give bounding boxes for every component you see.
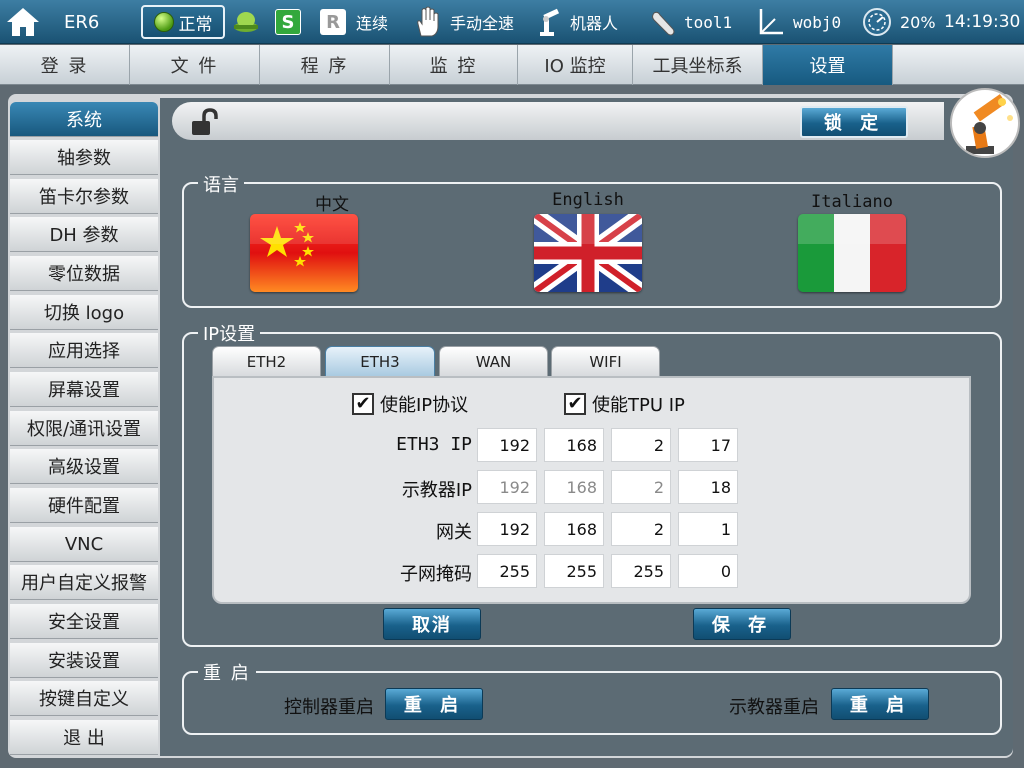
sidebar-item-advanced[interactable]: 高级设置 <box>10 449 158 484</box>
speed-mode[interactable]: 手动全速 <box>412 0 514 44</box>
main-tab-bar: 登 录 文 件 程 序 监 控 IO 监控 工具坐标系 设置 <box>0 45 1024 85</box>
tab-login[interactable]: 登 录 <box>0 45 130 85</box>
unlock-icon[interactable] <box>190 108 222 136</box>
servo-icon[interactable] <box>231 0 261 44</box>
wrench-icon <box>652 11 675 36</box>
run-mode[interactable]: 连续 <box>356 0 388 44</box>
subnet-octet-1[interactable]: 255 <box>477 554 537 588</box>
eth3-ip-octet-4[interactable]: 17 <box>678 428 738 462</box>
italy-flag-icon <box>798 214 906 292</box>
sidebar-item-app-select[interactable]: 应用选择 <box>10 333 158 368</box>
wobj-select[interactable]: wobj0 <box>757 0 841 44</box>
pendant-restart-button[interactable]: 重 启 <box>831 688 929 720</box>
lang-label-italian: Italiano <box>811 192 893 212</box>
eth3-ip-octet-1[interactable]: 192 <box>477 428 537 462</box>
it-flag-button[interactable] <box>798 214 906 292</box>
tab-settings[interactable]: 设置 <box>763 45 893 85</box>
sidebar-item-safety[interactable]: 安全设置 <box>10 604 158 639</box>
speed-percent[interactable]: 20% <box>862 0 936 44</box>
sidebar-item-system[interactable]: 系统 <box>10 102 158 137</box>
subnet-octet-4[interactable]: 0 <box>678 554 738 588</box>
robot-model: ER6 <box>64 11 100 33</box>
subnet-mask-label: 子网掩码 <box>400 564 472 585</box>
sidebar-item-zero-data[interactable]: 零位数据 <box>10 256 158 291</box>
cancel-button[interactable]: 取消 <box>383 608 481 640</box>
sidebar-item-exit[interactable]: 退 出 <box>10 720 158 755</box>
pendant-restart-label: 示教器重启 <box>729 697 819 718</box>
tab-tool-frame[interactable]: 工具坐标系 <box>633 45 763 85</box>
cn-flag-button[interactable] <box>250 214 358 292</box>
ip-group-title: IP设置 <box>198 320 261 346</box>
restart-group-title: 重 启 <box>198 659 256 685</box>
pendant-ip-octet-3: 2 <box>611 470 671 504</box>
language-group-title: 语言 <box>198 171 244 197</box>
sidebar-item-cartesian-params[interactable]: 笛卡尔参数 <box>10 179 158 214</box>
uk-flag-icon <box>534 214 642 292</box>
enable-tpu-checkbox[interactable]: ✔ 使能TPU IP <box>564 391 685 417</box>
robot-logo <box>950 88 1020 158</box>
tab-io-monitor[interactable]: IO 监控 <box>518 45 633 85</box>
home-button[interactable] <box>0 0 46 44</box>
s-mode-icon[interactable]: S <box>275 0 301 44</box>
status-green-icon <box>153 12 174 32</box>
home-icon <box>7 8 39 36</box>
tab-monitor[interactable]: 监 控 <box>390 45 518 85</box>
sidebar-item-axis-params[interactable]: 轴参数 <box>10 140 158 175</box>
controller-restart-label: 控制器重启 <box>284 697 374 718</box>
tab-eth2[interactable]: ETH2 <box>212 346 321 377</box>
sidebar-item-vnc[interactable]: VNC <box>10 527 158 562</box>
sidebar-item-switch-logo[interactable]: 切换 logo <box>10 295 158 330</box>
sidebar-item-dh-params[interactable]: DH 参数 <box>10 217 158 252</box>
tab-file[interactable]: 文 件 <box>130 45 260 85</box>
china-flag-icon <box>250 214 358 292</box>
save-button[interactable]: 保 存 <box>693 608 791 640</box>
clock: 14:19:30 <box>944 12 1021 32</box>
robot-arm-icon <box>540 8 560 36</box>
checkbox-checked-icon: ✔ <box>564 393 586 415</box>
gateway-octet-3[interactable]: 2 <box>611 512 671 546</box>
status-text: 正常 <box>178 14 213 35</box>
robot-select[interactable]: 机器人 <box>534 0 618 44</box>
hand-icon <box>417 6 439 37</box>
checkbox-checked-icon: ✔ <box>352 393 374 415</box>
pendant-ip-octet-2: 168 <box>544 470 604 504</box>
tab-wifi[interactable]: WIFI <box>551 346 660 377</box>
eth3-ip-octet-2[interactable]: 168 <box>544 428 604 462</box>
lang-label-english: English <box>552 190 624 210</box>
sidebar-item-screen-settings[interactable]: 屏幕设置 <box>10 372 158 407</box>
tool-select[interactable]: tool1 <box>648 0 732 44</box>
gateway-label: 网关 <box>436 522 472 543</box>
pendant-ip-octet-4[interactable]: 18 <box>678 470 738 504</box>
tab-wan[interactable]: WAN <box>439 346 548 377</box>
subnet-octet-3[interactable]: 255 <box>611 554 671 588</box>
sidebar-item-key-custom[interactable]: 按键自定义 <box>10 681 158 716</box>
subnet-octet-2[interactable]: 255 <box>544 554 604 588</box>
tab-eth3[interactable]: ETH3 <box>325 346 435 377</box>
lock-button[interactable]: 锁 定 <box>800 106 908 138</box>
sidebar-item-hardware[interactable]: 硬件配置 <box>10 488 158 523</box>
speed-gauge-icon <box>863 8 891 36</box>
sidebar-item-permission-comm[interactable]: 权限/通讯设置 <box>10 411 158 446</box>
status-indicator[interactable]: 正常 <box>141 5 225 39</box>
sidebar-item-custom-alarm[interactable]: 用户自定义报警 <box>10 565 158 600</box>
eth3-ip-octet-3[interactable]: 2 <box>611 428 671 462</box>
gateway-octet-2[interactable]: 168 <box>544 512 604 546</box>
gateway-octet-1[interactable]: 192 <box>477 512 537 546</box>
enable-ip-checkbox[interactable]: ✔ 使能IP协议 <box>352 391 468 417</box>
r-mode-icon[interactable]: R <box>320 0 346 44</box>
pendant-ip-octet-1: 192 <box>477 470 537 504</box>
lang-label-chinese: 中文 <box>315 195 349 215</box>
top-status-bar: ER6 正常 S R 连续 手动全速 机器人 tool1 wobj0 20% 1… <box>0 0 1024 44</box>
sidebar-item-install[interactable]: 安装设置 <box>10 643 158 678</box>
pendant-ip-label: 示教器IP <box>401 480 472 501</box>
uk-flag-button[interactable] <box>534 214 642 292</box>
gateway-octet-4[interactable]: 1 <box>678 512 738 546</box>
controller-restart-button[interactable]: 重 启 <box>385 688 483 720</box>
coordinate-axes-icon <box>759 9 783 35</box>
eth3-ip-label: ETH3 IP <box>396 434 472 455</box>
tab-program[interactable]: 程 序 <box>260 45 390 85</box>
